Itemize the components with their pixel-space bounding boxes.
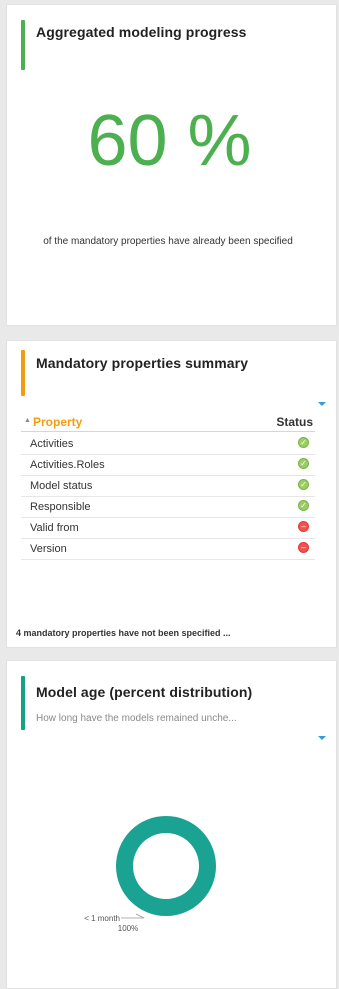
status-ok-icon: ✓ — [298, 479, 309, 490]
status-ok-icon: ✓ — [298, 500, 309, 511]
progress-percent-value: 60 % — [87, 101, 252, 181]
status-ok-icon: ✓ — [298, 437, 309, 448]
table-row[interactable]: Valid from – — [21, 517, 315, 539]
summary-menu-caret-icon[interactable] — [318, 402, 326, 406]
table-row[interactable]: Activities.Roles ✓ — [21, 454, 315, 476]
status-missing-icon: – — [298, 542, 309, 553]
age-card: Model age (percent distribution) How lon… — [6, 660, 337, 989]
progress-description: of the mandatory properties have already… — [43, 236, 293, 247]
summary-table-header: ▲ Property Status — [21, 412, 315, 432]
age-card-title: Model age (percent distribution) — [36, 684, 253, 700]
column-header-status[interactable]: Status — [276, 415, 313, 429]
summary-card-title: Mandatory properties summary — [36, 355, 249, 371]
property-name: Responsible — [30, 501, 91, 513]
table-row[interactable]: Model status ✓ — [21, 475, 315, 497]
status-ok-icon: ✓ — [298, 458, 309, 469]
property-name: Model status — [30, 480, 93, 492]
progress-card-title: Aggregated modeling progress — [36, 24, 247, 40]
age-accent-bar — [21, 676, 25, 730]
status-missing-icon: – — [298, 521, 309, 532]
property-name: Valid from — [30, 522, 79, 534]
progress-accent-bar — [21, 20, 25, 70]
column-header-property[interactable]: Property — [33, 415, 82, 429]
age-card-subtitle: How long have the models remained unche.… — [36, 713, 237, 724]
property-name: Activities — [30, 438, 74, 450]
table-row[interactable]: Responsible ✓ — [21, 496, 315, 518]
table-row[interactable]: Activities ✓ — [21, 433, 315, 455]
table-row[interactable]: Version – — [21, 538, 315, 560]
property-name: Activities.Roles — [30, 459, 105, 471]
property-name: Version — [30, 543, 67, 555]
sort-ascending-icon[interactable]: ▲ — [24, 417, 31, 424]
summary-footer-note: 4 mandatory properties have not been spe… — [16, 628, 231, 638]
age-menu-caret-icon[interactable] — [318, 736, 326, 740]
summary-accent-bar — [21, 350, 25, 396]
